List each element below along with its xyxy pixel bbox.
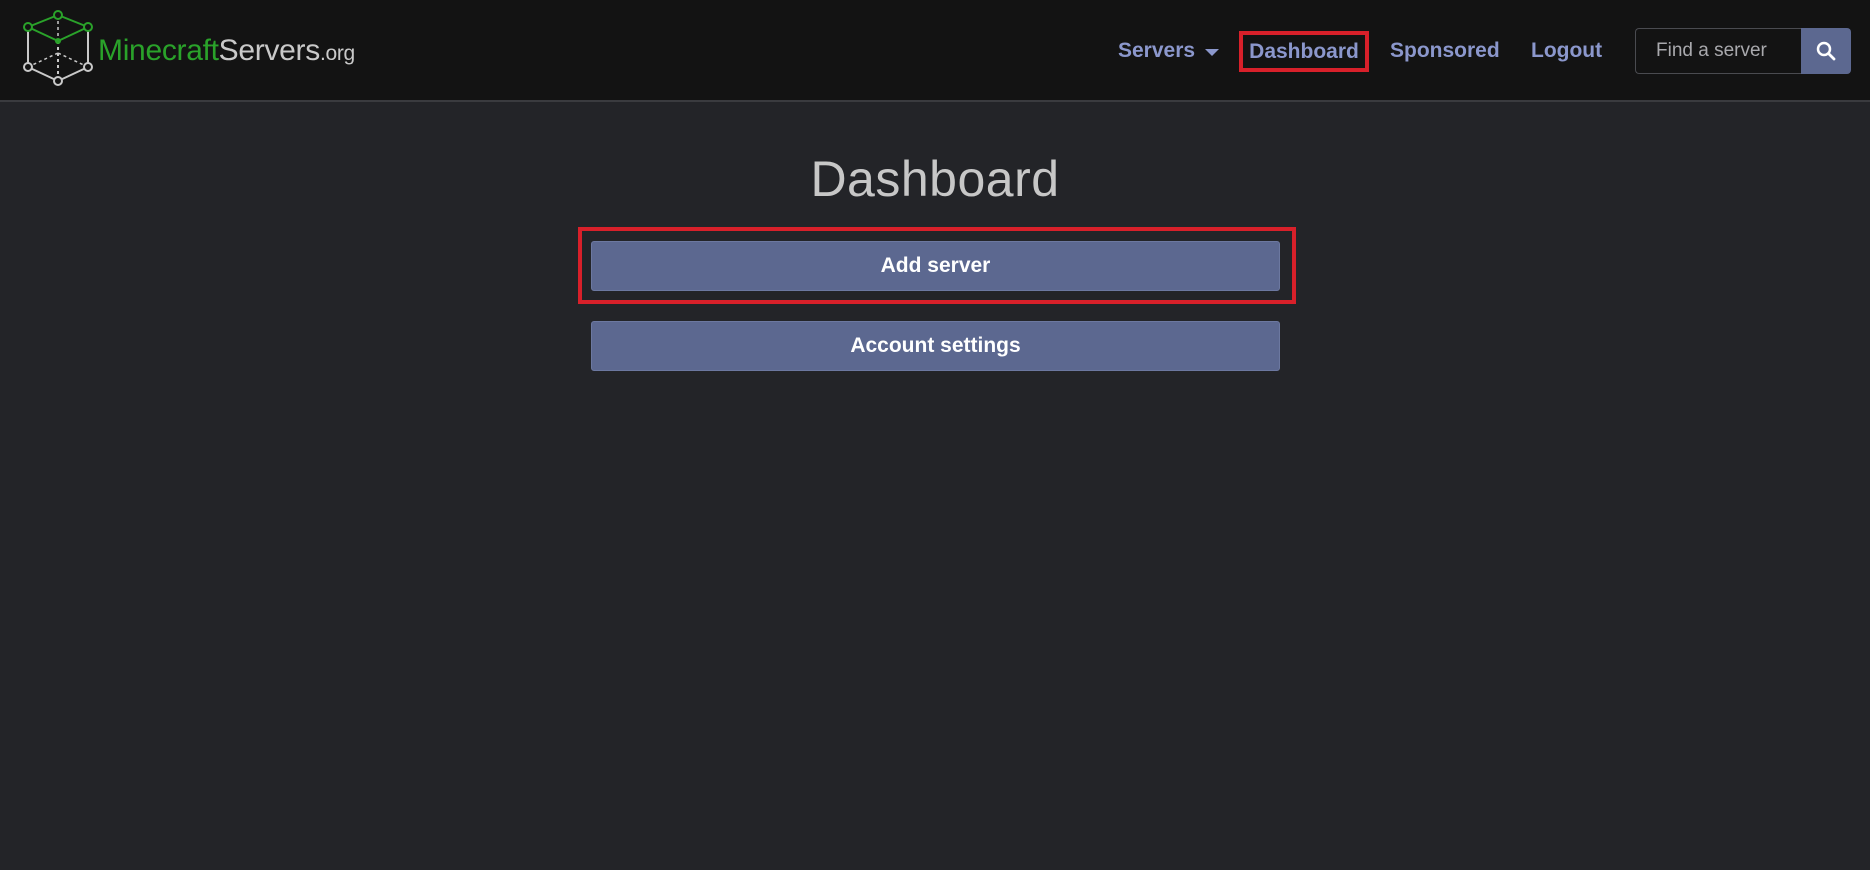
nav-logout-link[interactable]: Logout (1531, 0, 1602, 102)
top-navbar: MinecraftServers.org Servers Dashboard S… (0, 0, 1870, 102)
search-icon (1816, 41, 1836, 61)
nav-servers-dropdown[interactable]: Servers (1118, 0, 1220, 102)
caret-down-icon (1205, 49, 1220, 56)
search-form (1635, 28, 1851, 74)
search-input[interactable] (1635, 28, 1801, 74)
search-button[interactable] (1801, 28, 1851, 74)
nav-sponsored-label: Sponsored (1390, 39, 1500, 62)
cube-network-icon (23, 10, 93, 86)
logo-text-tld: .org (319, 42, 355, 65)
page-title: Dashboard (810, 151, 1060, 207)
logo-text-servers: Servers (218, 34, 321, 67)
site-logo-text: MinecraftServers.org (98, 34, 355, 68)
nav-logout-label: Logout (1531, 39, 1603, 62)
account-settings-button[interactable]: Account settings (591, 321, 1280, 371)
nav-dashboard-link[interactable]: Dashboard (1239, 31, 1369, 72)
site-logo[interactable]: MinecraftServers.org (20, 8, 355, 94)
nav-dashboard-label: Dashboard (1249, 39, 1359, 63)
logo-text-minecraft: Minecraft (98, 34, 219, 67)
add-server-button[interactable]: Add server (591, 241, 1280, 291)
nav-servers-label: Servers (1118, 39, 1196, 62)
nav-sponsored-link[interactable]: Sponsored (1390, 0, 1500, 102)
